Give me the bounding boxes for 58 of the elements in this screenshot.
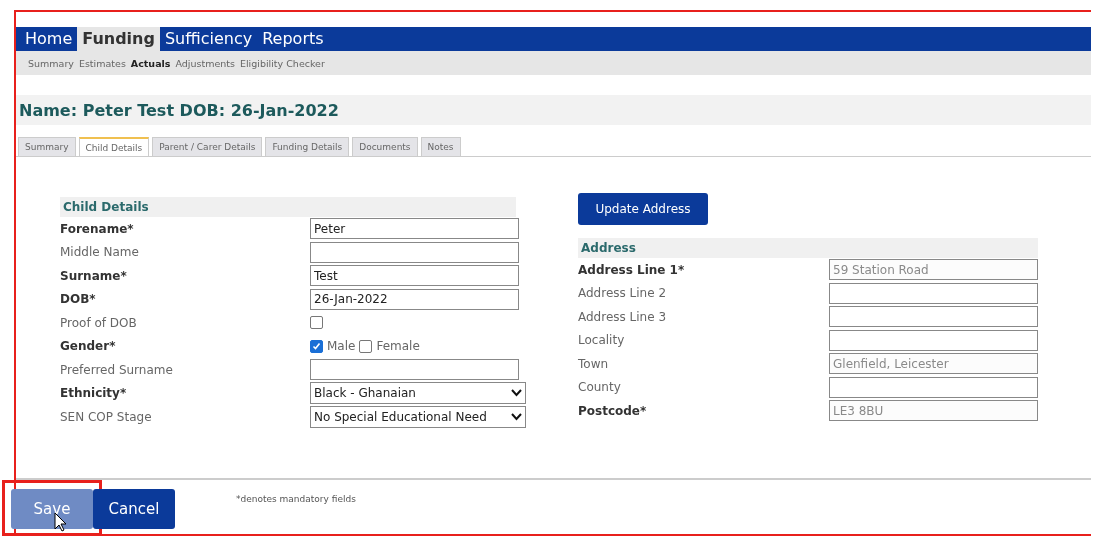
nav-tab[interactable]: Sufficiency <box>159 27 258 51</box>
field-label: Proof of DOB <box>60 315 138 330</box>
chevron-down-icon <box>511 389 522 398</box>
text-field[interactable] <box>829 376 1038 398</box>
mandatory-note: *denotes mandatory fields <box>236 494 356 504</box>
text-field[interactable]: Peter <box>310 218 519 240</box>
field-label: Middle Name <box>60 245 140 260</box>
text-field[interactable]: 26-Jan-2022 <box>310 288 519 310</box>
chevron-down-icon <box>511 412 522 421</box>
tab[interactable]: Summary <box>18 137 76 156</box>
subnav-link[interactable]: Summary <box>28 57 74 69</box>
field-label: Postcode* <box>578 403 648 418</box>
section-heading: Address <box>578 238 1038 258</box>
checkbox[interactable] <box>359 339 373 353</box>
field-label: Surname* <box>60 268 128 283</box>
field-label: Address Line 3 <box>578 309 668 324</box>
dropdown[interactable]: No Special Educational Need <box>310 405 526 428</box>
save-button[interactable]: Save <box>11 489 93 529</box>
field-label: DOB* <box>60 292 97 307</box>
text-field[interactable]: Test <box>310 265 519 287</box>
checkbox[interactable] <box>310 339 323 353</box>
field-label: County <box>578 380 622 395</box>
subnav-link[interactable]: Actuals <box>130 57 171 69</box>
subnav-link[interactable]: Eligibility Checker <box>239 57 325 69</box>
field-label: Gender* <box>60 339 117 354</box>
subnav-link[interactable]: Estimates <box>78 57 126 69</box>
cancel-button[interactable]: Cancel <box>93 489 175 529</box>
field-label: Preferred Surname <box>60 362 174 377</box>
tab[interactable]: Funding Details <box>265 137 350 156</box>
section-heading: Child Details <box>60 197 516 217</box>
nav-tab[interactable]: Funding <box>77 27 160 51</box>
tab[interactable]: Documents <box>352 137 418 156</box>
subnav-link[interactable]: Adjustments <box>175 57 235 69</box>
field-label: Forename* <box>60 221 135 236</box>
update-address-button[interactable]: Update Address <box>578 193 708 225</box>
field-label: Town <box>578 356 610 371</box>
field-label: Locality <box>578 333 626 348</box>
text-field[interactable] <box>829 282 1038 304</box>
option-label: Female <box>376 339 420 354</box>
page-title: Name: Peter Test DOB: 26-Jan-2022 <box>19 100 339 120</box>
check-icon <box>312 341 321 351</box>
nav-tab[interactable]: Home <box>20 27 78 51</box>
text-field[interactable] <box>310 359 519 381</box>
text-field[interactable] <box>829 329 1038 351</box>
tab[interactable]: Notes <box>420 137 461 156</box>
text-field[interactable] <box>829 306 1038 328</box>
option-label: Male <box>327 339 356 354</box>
field-label: Address Line 1* <box>578 262 686 277</box>
checkbox[interactable] <box>310 316 323 330</box>
field-label: Ethnicity* <box>60 386 128 401</box>
tab[interactable]: Parent / Carer Details <box>152 137 263 156</box>
field-label: Address Line 2 <box>578 286 668 301</box>
tab[interactable]: Child Details <box>78 137 150 156</box>
text-field[interactable] <box>310 241 519 263</box>
nav-tab[interactable]: Reports <box>257 27 329 51</box>
dropdown[interactable]: Black - Ghanaian <box>310 382 526 405</box>
field-label: SEN COP Stage <box>60 409 153 424</box>
cursor-icon <box>54 512 67 532</box>
